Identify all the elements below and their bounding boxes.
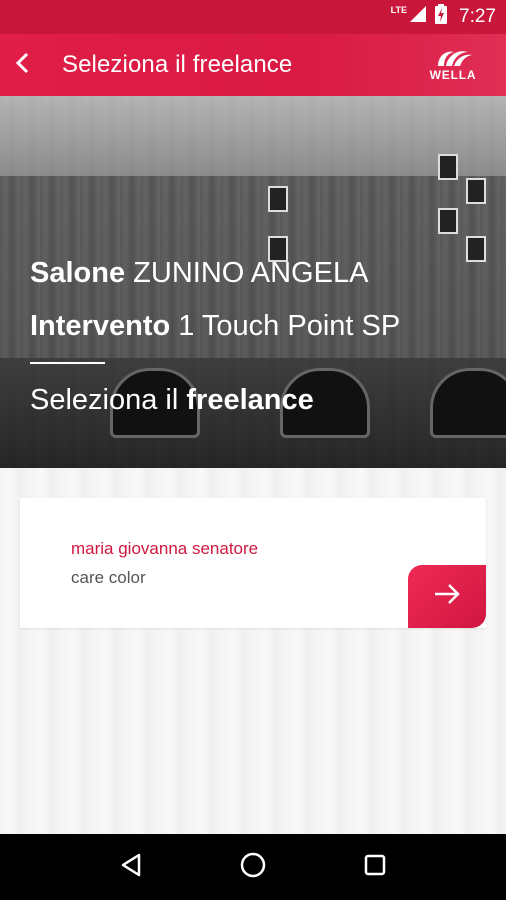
chevron-left-icon [14,51,30,80]
hero-info: Salone ZUNINO ANGELA Intervento 1 Touch … [30,256,400,417]
signal-icon [409,5,427,29]
salon-value: ZUNINO ANGELA [133,257,369,289]
hero-ceiling [0,96,506,176]
wall-frame [466,236,486,262]
page-title: Seleziona il freelance [62,51,293,78]
salon-hero: Salone ZUNINO ANGELA Intervento 1 Touch … [0,96,506,468]
home-circle-icon [240,852,266,883]
wella-wave-icon [438,51,472,66]
freelancer-role: care color [71,568,146,587]
wall-frame [466,178,486,204]
freelancer-name: maria giovanna senatore [71,539,259,558]
nav-recents-button[interactable] [350,842,400,892]
app-bar: Seleziona il freelance WELLA [0,34,506,96]
wella-logo: WELLA [424,46,482,84]
status-bar: LTE 7:27 [0,0,506,34]
wall-frame [438,208,458,234]
salon-label: Salone [30,257,126,289]
nav-back-button[interactable] [106,842,156,892]
clock: 7:27 [459,6,496,27]
service-label: Intervento [30,310,171,342]
salon-chair [430,368,506,438]
back-triangle-icon [120,853,142,882]
recents-square-icon [364,854,386,881]
service-line: Intervento 1 Touch Point SP [30,309,400,343]
logo-wordmark: WELLA [429,68,477,82]
wall-frame [268,186,288,212]
service-value: 1 Touch Point SP [178,310,401,342]
system-nav-bar [0,834,506,900]
back-button[interactable] [2,34,42,96]
freelancer-card[interactable]: maria giovanna senatore care color [20,498,486,628]
divider [30,362,105,364]
salon-line: Salone ZUNINO ANGELA [30,256,400,290]
nav-home-button[interactable] [228,842,278,892]
arrow-right-icon [433,583,461,610]
freelancer-list: maria giovanna senatore care color [0,468,506,834]
network-type: LTE [390,5,408,15]
select-heading: Seleziona il freelance [30,384,400,417]
select-prefix: Seleziona il [30,384,179,416]
select-freelancer-button[interactable] [408,565,486,628]
battery-charging-icon [435,4,448,30]
select-emphasis: freelance [186,384,314,416]
wall-frame [438,154,458,180]
